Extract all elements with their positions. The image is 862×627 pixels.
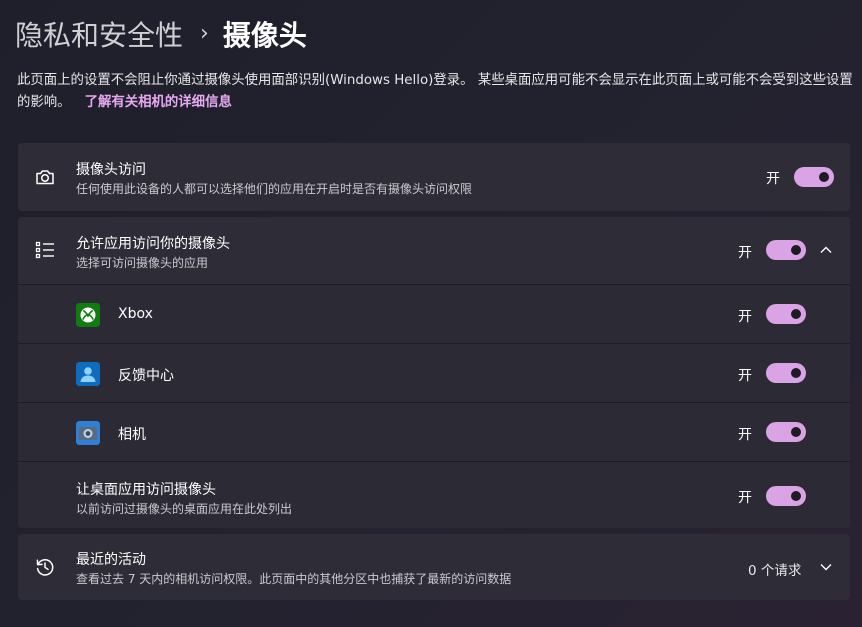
toggle-knob (791, 427, 801, 437)
desktop-apps-row: 让桌面应用访问摄像头 以前访问过摄像头的桌面应用在此处列出 开 (18, 461, 850, 528)
learn-more-link[interactable]: 了解有关相机的详细信息 (85, 95, 232, 110)
recent-activity-subtitle: 查看过去 7 天内的相机访问权限。此页面中的其他分区中也捕获了最新的访问数据 (76, 572, 512, 586)
app-access-toggle[interactable] (766, 240, 806, 260)
desktop-apps-toggle[interactable] (766, 486, 806, 506)
request-count: 0 个请求 (748, 563, 802, 579)
camera-access-subtitle: 任何使用此设备的人都可以选择他们的应用在开启时是否有摄像头访问权限 (76, 182, 473, 196)
page-title: 摄像头 (222, 19, 307, 52)
breadcrumb-parent-link[interactable]: 隐私和安全性 (15, 14, 183, 54)
recent-activity-title: 最近的活动 (76, 552, 146, 568)
xbox-icon (76, 303, 100, 327)
camera-access-card: 摄像头访问 任何使用此设备的人都可以选择他们的应用在开启时是否有摄像头访问权限 … (18, 143, 850, 211)
desktop-apps-state-label: 开 (738, 490, 752, 506)
chevron-up-icon[interactable] (819, 243, 833, 257)
feedback-hub-toggle[interactable] (766, 363, 806, 383)
recent-activity-card: 最近的活动 查看过去 7 天内的相机访问权限。此页面中的其他分区中也捕获了最新的… (18, 534, 850, 600)
toggle-knob (791, 368, 801, 378)
app-access-state-label: 开 (738, 245, 752, 261)
xbox-state-label: 开 (738, 309, 752, 325)
app-row-xbox: Xbox 开 (18, 284, 850, 343)
app-row-camera: 相机 开 (18, 402, 850, 461)
toggle-knob (791, 309, 801, 319)
camera-access-toggle[interactable] (794, 167, 834, 187)
feedback-hub-state-label: 开 (738, 368, 752, 384)
camera-access-row: 摄像头访问 任何使用此设备的人都可以选择他们的应用在开启时是否有摄像头访问权限 … (18, 143, 850, 211)
chevron-down-icon[interactable] (819, 560, 833, 574)
app-access-title: 允许应用访问你的摄像头 (76, 236, 230, 252)
list-icon (35, 241, 54, 259)
camera-icon (36, 170, 54, 185)
toggle-knob (791, 491, 801, 501)
toggle-knob (791, 245, 801, 255)
app-row-feedback-hub: 反馈中心 开 (18, 343, 850, 402)
app-access-row[interactable]: 允许应用访问你的摄像头 选择可访问摄像头的应用 开 (18, 217, 850, 284)
page-description: 此页面上的设置不会阻止你通过摄像头使用面部识别(Windows Hello)登录… (17, 70, 857, 114)
xbox-toggle[interactable] (766, 304, 806, 324)
breadcrumb: 隐私和安全性 › 摄像头 (15, 14, 307, 54)
app-name-xbox: Xbox (118, 306, 153, 322)
desktop-apps-subtitle: 以前访问过摄像头的桌面应用在此处列出 (76, 502, 293, 516)
toggle-knob (819, 172, 829, 182)
camera-app-icon (76, 421, 100, 445)
app-access-card: 允许应用访问你的摄像头 选择可访问摄像头的应用 开 Xbox 开 反馈中心 开 (18, 217, 850, 528)
app-name-camera: 相机 (118, 427, 146, 443)
desktop-apps-title: 让桌面应用访问摄像头 (76, 482, 216, 498)
breadcrumb-separator: › (200, 20, 209, 46)
camera-app-state-label: 开 (738, 427, 752, 443)
camera-access-title: 摄像头访问 (76, 162, 146, 178)
recent-activity-row[interactable]: 最近的活动 查看过去 7 天内的相机访问权限。此页面中的其他分区中也捕获了最新的… (18, 534, 850, 600)
app-access-subtitle: 选择可访问摄像头的应用 (76, 256, 209, 270)
history-icon (36, 559, 54, 576)
camera-app-toggle[interactable] (766, 422, 806, 442)
feedback-hub-icon (76, 362, 100, 386)
app-name-feedback-hub: 反馈中心 (118, 368, 174, 384)
camera-access-state-label: 开 (766, 171, 780, 187)
